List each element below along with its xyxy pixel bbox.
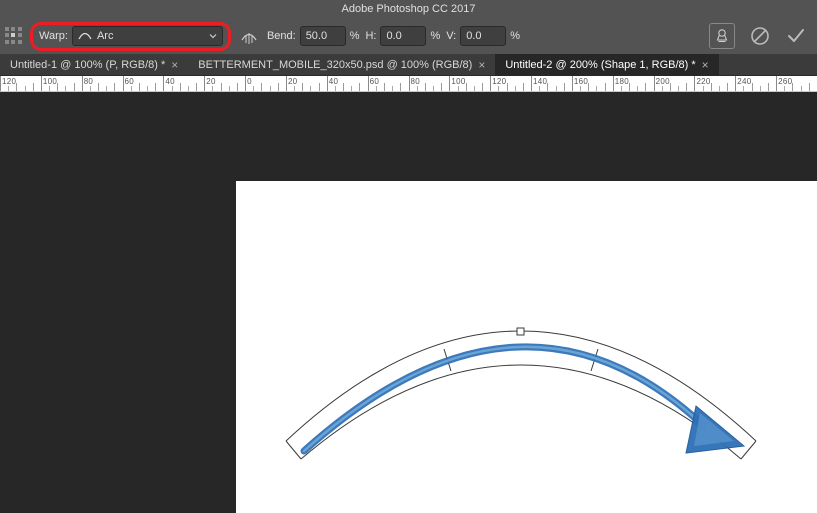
h-input[interactable] <box>380 26 426 46</box>
close-icon[interactable]: × <box>171 59 178 71</box>
toggle-warp-mesh-button[interactable] <box>709 23 735 49</box>
v-input[interactable] <box>460 26 506 46</box>
v-field-group: V: % <box>446 26 520 46</box>
h-field-group: H: % <box>365 26 440 46</box>
h-label: H: <box>365 30 376 42</box>
tab-label: BETTERMENT_MOBILE_320x50.psd @ 100% (RGB… <box>198 59 472 71</box>
arc-icon <box>78 30 92 42</box>
warp-style-value: Arc <box>97 30 204 42</box>
tab-label: Untitled-1 @ 100% (P, RGB/8) * <box>10 59 165 71</box>
warp-mesh-icon <box>714 28 730 44</box>
close-icon[interactable]: × <box>478 59 485 71</box>
app-title: Adobe Photoshop CC 2017 <box>342 3 476 15</box>
close-icon[interactable]: × <box>702 59 709 71</box>
app-title-bar: Adobe Photoshop CC 2017 <box>0 0 817 18</box>
bend-label: Bend: <box>267 30 296 42</box>
options-bar-right <box>709 18 807 54</box>
document-tab[interactable]: Untitled-1 @ 100% (P, RGB/8) * × <box>0 54 188 76</box>
document-tab-bar: Untitled-1 @ 100% (P, RGB/8) * × BETTERM… <box>0 54 817 76</box>
horizontal-ruler[interactable]: 1201008060402002040608010012014016018020… <box>0 76 817 92</box>
bend-field-group: Bend: % <box>267 26 360 46</box>
chevron-down-icon <box>209 32 217 40</box>
v-label: V: <box>446 30 456 42</box>
warp-label: Warp: <box>39 30 68 42</box>
cancel-icon <box>750 26 770 46</box>
v-unit: % <box>510 30 520 42</box>
options-bar: Warp: Arc Bend: % H: % V: % <box>0 18 817 54</box>
bend-unit: % <box>350 30 360 42</box>
document-canvas[interactable] <box>236 181 817 513</box>
cancel-transform-button[interactable] <box>749 25 771 47</box>
bend-input[interactable] <box>300 26 346 46</box>
warp-style-select[interactable]: Arc <box>72 26 223 46</box>
warp-control-highlight: Warp: Arc <box>30 22 231 51</box>
warped-shape[interactable] <box>276 311 766 466</box>
orientation-icon <box>239 26 259 46</box>
reference-point-picker[interactable] <box>4 26 24 46</box>
workspace <box>0 92 817 513</box>
commit-transform-button[interactable] <box>785 25 807 47</box>
document-tab[interactable]: BETTERMENT_MOBILE_320x50.psd @ 100% (RGB… <box>188 54 495 76</box>
document-tab[interactable]: Untitled-2 @ 200% (Shape 1, RGB/8) * × <box>495 54 718 76</box>
warp-orientation-toggle[interactable] <box>237 24 261 48</box>
h-unit: % <box>430 30 440 42</box>
tab-label: Untitled-2 @ 200% (Shape 1, RGB/8) * <box>505 59 695 71</box>
checkmark-icon <box>786 26 806 46</box>
